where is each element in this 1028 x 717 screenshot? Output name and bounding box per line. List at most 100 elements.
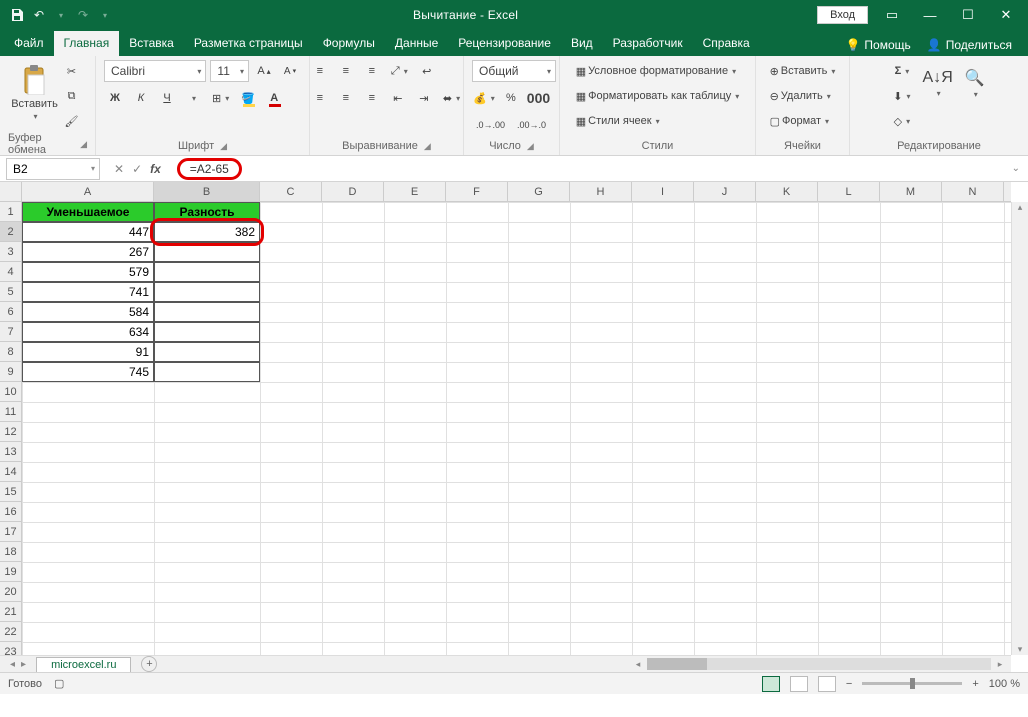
cell-A2[interactable]: 447 (22, 222, 154, 242)
paste-button[interactable]: Вставить (13, 60, 57, 124)
minimize-button[interactable]: — (916, 8, 944, 23)
decrease-indent-button[interactable]: ⇤ (387, 87, 409, 109)
cell-A8[interactable]: 91 (22, 342, 154, 362)
cell-B4[interactable] (154, 262, 260, 282)
row-header-17[interactable]: 17 (0, 522, 22, 542)
cut-button[interactable]: ✂ (61, 60, 83, 82)
zoom-slider[interactable] (862, 682, 962, 685)
column-header-N[interactable]: N (942, 182, 1004, 201)
cell-B7[interactable] (154, 322, 260, 342)
wrap-text-button[interactable]: ↩ (416, 60, 438, 82)
row-header-2[interactable]: 2 (0, 222, 22, 242)
row-header-9[interactable]: 9 (0, 362, 22, 382)
undo-icon[interactable]: ↶ (30, 6, 48, 24)
align-bottom-button[interactable]: ≡ (361, 60, 383, 82)
cell-A5[interactable]: 741 (22, 282, 154, 302)
decrease-decimal-button[interactable]: .00→.0 (513, 114, 550, 136)
align-top-button[interactable]: ≡ (309, 60, 331, 82)
select-all-corner[interactable] (0, 182, 22, 202)
column-header-K[interactable]: K (756, 182, 818, 201)
row-header-19[interactable]: 19 (0, 562, 22, 582)
font-size-select[interactable]: 11 (210, 60, 249, 82)
copy-button[interactable]: ⧉ (61, 85, 83, 107)
undo-dropdown-icon[interactable]: ▾ (52, 6, 70, 24)
tab-review[interactable]: Рецензирование (448, 31, 561, 56)
row-header-7[interactable]: 7 (0, 322, 22, 342)
font-name-select[interactable]: Calibri (104, 60, 206, 82)
cell-A4[interactable]: 579 (22, 262, 154, 282)
italic-button[interactable]: К (130, 87, 152, 109)
horizontal-scrollbar[interactable]: ◂▸ (631, 657, 1011, 671)
tab-insert[interactable]: Вставка (119, 31, 184, 56)
cell-styles-button[interactable]: ▦Стили ячеек (572, 110, 664, 132)
row-header-21[interactable]: 21 (0, 602, 22, 622)
view-page-break-button[interactable] (818, 676, 836, 692)
tab-developer[interactable]: Разработчик (603, 31, 693, 56)
cell-B6[interactable] (154, 302, 260, 322)
font-color-button[interactable]: А (263, 87, 285, 109)
autosum-button[interactable]: Σ (889, 60, 914, 82)
column-header-J[interactable]: J (694, 182, 756, 201)
insert-cells-button[interactable]: ⊕Вставить (766, 60, 840, 82)
new-sheet-button[interactable]: + (141, 656, 157, 672)
tab-view[interactable]: Вид (561, 31, 603, 56)
row-header-1[interactable]: 1 (0, 202, 22, 222)
column-header-I[interactable]: I (632, 182, 694, 201)
macro-record-icon[interactable]: ▢ (54, 677, 64, 690)
delete-cells-button[interactable]: ⊖Удалить (766, 85, 835, 107)
qat-customize-icon[interactable]: ▾ (96, 6, 114, 24)
row-header-15[interactable]: 15 (0, 482, 22, 502)
row-header-11[interactable]: 11 (0, 402, 22, 422)
ribbon-display-icon[interactable]: ▭ (878, 7, 906, 23)
formula-bar-expand[interactable]: ⌄ (1012, 163, 1028, 174)
column-header-H[interactable]: H (570, 182, 632, 201)
maximize-button[interactable]: ☐ (954, 7, 982, 23)
underline-button[interactable]: Ч (156, 87, 178, 109)
format-cells-button[interactable]: ▢Формат (766, 110, 834, 132)
row-header-20[interactable]: 20 (0, 582, 22, 602)
tab-file[interactable]: Файл (4, 31, 54, 56)
align-left-button[interactable]: ≡ (309, 87, 331, 109)
clear-button[interactable]: ◇ (889, 110, 914, 132)
fill-button[interactable]: ⬇ (889, 85, 914, 107)
tab-help[interactable]: Справка (693, 31, 760, 56)
cells-area[interactable]: УменьшаемоеРазность447382267579741584634… (22, 202, 1011, 655)
enter-formula-icon[interactable]: ✓ (132, 162, 142, 176)
cancel-formula-icon[interactable]: ✕ (114, 162, 124, 176)
merge-button[interactable]: ⬌ (439, 87, 464, 109)
accounting-format-button[interactable]: 💰 (472, 87, 496, 109)
bold-button[interactable]: Ж (104, 87, 126, 109)
fill-color-button[interactable]: 🪣 (237, 87, 259, 109)
row-header-3[interactable]: 3 (0, 242, 22, 262)
align-right-button[interactable]: ≡ (361, 87, 383, 109)
formula-input[interactable]: =A2-65 (177, 158, 242, 180)
borders-button[interactable]: ⊞ (208, 87, 233, 109)
row-header-13[interactable]: 13 (0, 442, 22, 462)
align-middle-button[interactable]: ≡ (335, 60, 357, 82)
row-header-14[interactable]: 14 (0, 462, 22, 482)
decrease-font-button[interactable]: A▾ (279, 60, 301, 82)
view-page-layout-button[interactable] (790, 676, 808, 692)
cell-A9[interactable]: 745 (22, 362, 154, 382)
row-header-16[interactable]: 16 (0, 502, 22, 522)
tab-data[interactable]: Данные (385, 31, 448, 56)
vertical-scrollbar[interactable]: ▴▾ (1011, 202, 1028, 655)
cell-A1[interactable]: Уменьшаемое (22, 202, 154, 222)
view-normal-button[interactable] (762, 676, 780, 692)
alignment-dialog-launcher[interactable]: ◢ (424, 141, 431, 152)
cell-B1[interactable]: Разность (154, 202, 260, 222)
format-as-table-button[interactable]: ▦Форматировать как таблицу (572, 85, 744, 107)
orientation-button[interactable]: ⤢ (387, 60, 412, 82)
sort-filter-button[interactable]: А↓Я (919, 60, 957, 106)
row-header-22[interactable]: 22 (0, 622, 22, 642)
sheet-nav-prev[interactable]: ◂ (10, 659, 15, 670)
row-header-5[interactable]: 5 (0, 282, 22, 302)
close-button[interactable]: ✕ (992, 7, 1020, 23)
column-header-A[interactable]: A (22, 182, 154, 201)
column-header-E[interactable]: E (384, 182, 446, 201)
cell-B3[interactable] (154, 242, 260, 262)
clipboard-dialog-launcher[interactable]: ◢ (80, 139, 87, 150)
insert-function-button[interactable]: fx (150, 162, 161, 176)
redo-icon[interactable]: ↷ (74, 6, 92, 24)
column-header-D[interactable]: D (322, 182, 384, 201)
